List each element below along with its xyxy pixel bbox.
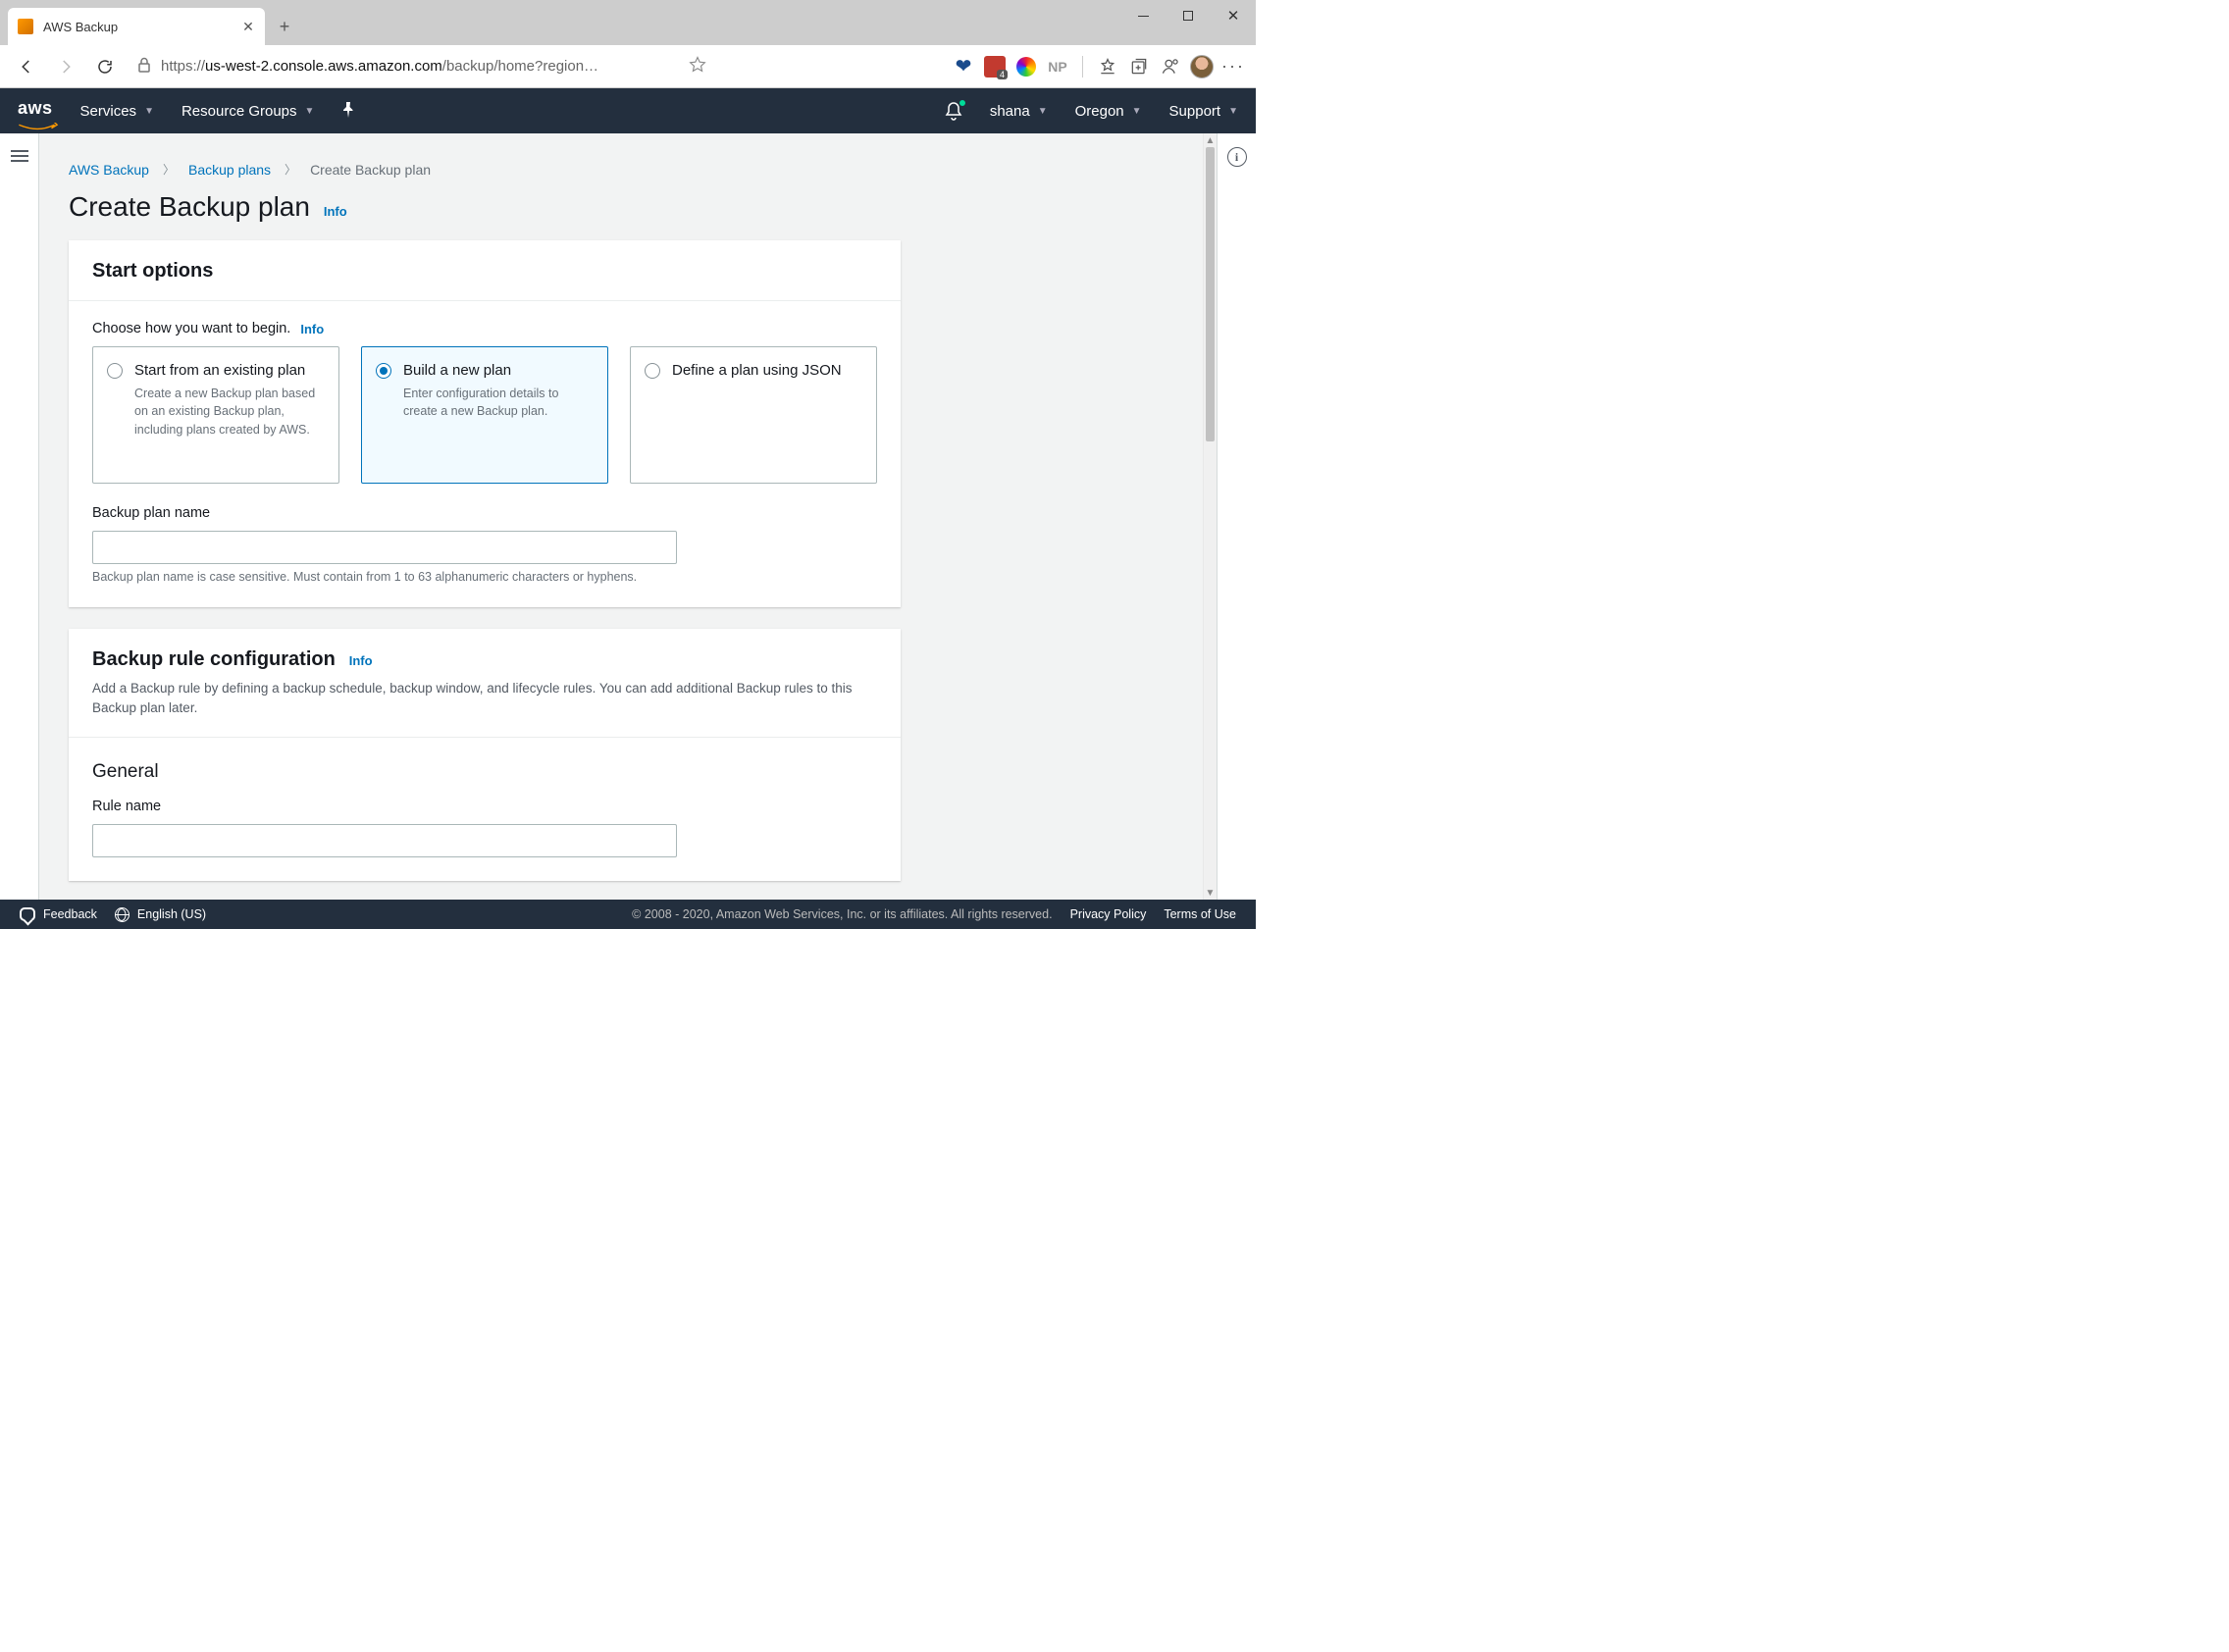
option-desc: Enter configuration details to create a …: [403, 385, 592, 420]
window-close-button[interactable]: ✕: [1211, 0, 1256, 31]
address-bar[interactable]: https://us-west-2.console.aws.amazon.com…: [128, 51, 716, 82]
backup-plan-name-helper: Backup plan name is case sensitive. Must…: [92, 570, 877, 584]
page-title: Create Backup plan: [69, 191, 310, 223]
option-define-json[interactable]: Define a plan using JSON: [630, 346, 877, 484]
workspace: AWS Backup 〉 Backup plans 〉 Create Backu…: [0, 133, 1256, 900]
radio-icon: [645, 363, 660, 379]
extension-rainbow-icon[interactable]: [1013, 54, 1039, 79]
services-menu[interactable]: Services▼: [80, 103, 154, 120]
profile-icon[interactable]: [1158, 54, 1183, 79]
sidebar-toggle-icon[interactable]: [11, 147, 28, 165]
choose-begin-info-link[interactable]: Info: [300, 322, 324, 336]
collections-icon[interactable]: [1126, 54, 1152, 79]
option-build-new[interactable]: Build a new plan Enter configuration det…: [361, 346, 608, 484]
main-scroll-area: AWS Backup 〉 Backup plans 〉 Create Backu…: [39, 133, 1217, 900]
backup-plan-name-label: Backup plan name: [92, 505, 877, 521]
chat-bubble-icon: [20, 907, 35, 921]
option-title: Define a plan using JSON: [672, 361, 842, 381]
right-rail: i: [1217, 133, 1256, 900]
start-options-row: Start from an existing plan Create a new…: [92, 346, 877, 484]
backup-plan-name-input[interactable]: [92, 531, 677, 564]
notifications-icon[interactable]: [945, 101, 962, 121]
left-rail: [0, 133, 39, 900]
help-panel-toggle-icon[interactable]: i: [1227, 147, 1247, 167]
radio-icon: [376, 363, 391, 379]
aws-top-nav: aws Services▼ Resource Groups▼ shana▼ Or…: [0, 88, 1256, 133]
browser-tab[interactable]: AWS Backup ✕: [8, 8, 265, 45]
toolbar-divider: [1082, 56, 1083, 77]
extension-heart-icon[interactable]: ❤: [951, 54, 976, 79]
extension-red-icon[interactable]: [982, 54, 1008, 79]
tab-close-button[interactable]: ✕: [241, 20, 255, 33]
account-menu[interactable]: shana▼: [990, 103, 1048, 120]
scroll-down-icon[interactable]: ▼: [1204, 886, 1217, 900]
browser-titlebar: AWS Backup ✕ + ✕: [0, 0, 1256, 45]
scrollbar[interactable]: ▲ ▼: [1203, 133, 1217, 900]
favorites-list-icon[interactable]: [1095, 54, 1120, 79]
extension-np-icon[interactable]: NP: [1045, 54, 1070, 79]
breadcrumb-root[interactable]: AWS Backup: [69, 162, 149, 178]
globe-icon: [115, 907, 130, 922]
option-title: Start from an existing plan: [134, 361, 323, 381]
more-menu-button[interactable]: ···: [1220, 54, 1246, 79]
resource-groups-menu[interactable]: Resource Groups▼: [181, 103, 314, 120]
favorite-star-icon[interactable]: [689, 56, 706, 77]
choose-begin-label: Choose how you want to begin. Info: [92, 321, 877, 336]
privacy-policy-link[interactable]: Privacy Policy: [1070, 907, 1147, 921]
chevron-right-icon: 〉: [163, 161, 175, 178]
start-options-panel: Start options Choose how you want to beg…: [69, 240, 901, 607]
rule-config-title: Backup rule configuration: [92, 648, 336, 670]
new-tab-button[interactable]: +: [269, 11, 300, 42]
aws-footer: Feedback English (US) © 2008 - 2020, Ama…: [0, 900, 1256, 929]
rule-config-header: Backup rule configuration Info Add a Bac…: [69, 629, 901, 738]
url-text: https://us-west-2.console.aws.amazon.com…: [161, 58, 679, 75]
page-info-link[interactable]: Info: [324, 204, 347, 219]
region-menu[interactable]: Oregon▼: [1075, 103, 1142, 120]
support-menu[interactable]: Support▼: [1169, 103, 1238, 120]
chevron-right-icon: 〉: [285, 161, 296, 178]
feedback-link[interactable]: Feedback: [20, 907, 97, 921]
user-avatar[interactable]: [1189, 54, 1215, 79]
scroll-up-icon[interactable]: ▲: [1204, 133, 1217, 147]
rule-name-input[interactable]: [92, 824, 677, 857]
lock-icon: [137, 57, 151, 76]
breadcrumb-current: Create Backup plan: [310, 162, 431, 178]
refresh-button[interactable]: [88, 50, 122, 83]
rule-config-panel: Backup rule configuration Info Add a Bac…: [69, 629, 901, 881]
main-content: AWS Backup 〉 Backup plans 〉 Create Backu…: [39, 133, 1203, 900]
browser-toolbar: https://us-west-2.console.aws.amazon.com…: [0, 45, 1256, 88]
rule-config-info-link[interactable]: Info: [349, 653, 373, 668]
back-button[interactable]: [10, 50, 43, 83]
scrollbar-thumb[interactable]: [1206, 147, 1215, 441]
copyright-text: © 2008 - 2020, Amazon Web Services, Inc.…: [632, 907, 1052, 921]
breadcrumb: AWS Backup 〉 Backup plans 〉 Create Backu…: [69, 161, 1175, 178]
rule-config-desc: Add a Backup rule by defining a backup s…: [92, 679, 877, 719]
option-existing-plan[interactable]: Start from an existing plan Create a new…: [92, 346, 339, 484]
tab-title: AWS Backup: [43, 20, 232, 34]
window-minimize-button[interactable]: [1120, 0, 1166, 31]
breadcrumb-plans[interactable]: Backup plans: [188, 162, 271, 178]
pin-icon[interactable]: [341, 102, 355, 121]
aws-logo[interactable]: aws: [18, 98, 53, 125]
rule-name-label: Rule name: [92, 799, 877, 814]
favicon-icon: [18, 19, 33, 34]
general-subheader: General: [92, 761, 877, 783]
window-controls: ✕: [1120, 0, 1256, 31]
option-title: Build a new plan: [403, 361, 592, 381]
window-maximize-button[interactable]: [1166, 0, 1211, 31]
start-options-header: Start options: [69, 240, 901, 301]
language-selector[interactable]: English (US): [115, 907, 206, 922]
start-options-title: Start options: [92, 260, 213, 282]
option-desc: Create a new Backup plan based on an exi…: [134, 385, 323, 438]
radio-icon: [107, 363, 123, 379]
forward-button[interactable]: [49, 50, 82, 83]
terms-of-use-link[interactable]: Terms of Use: [1164, 907, 1236, 921]
